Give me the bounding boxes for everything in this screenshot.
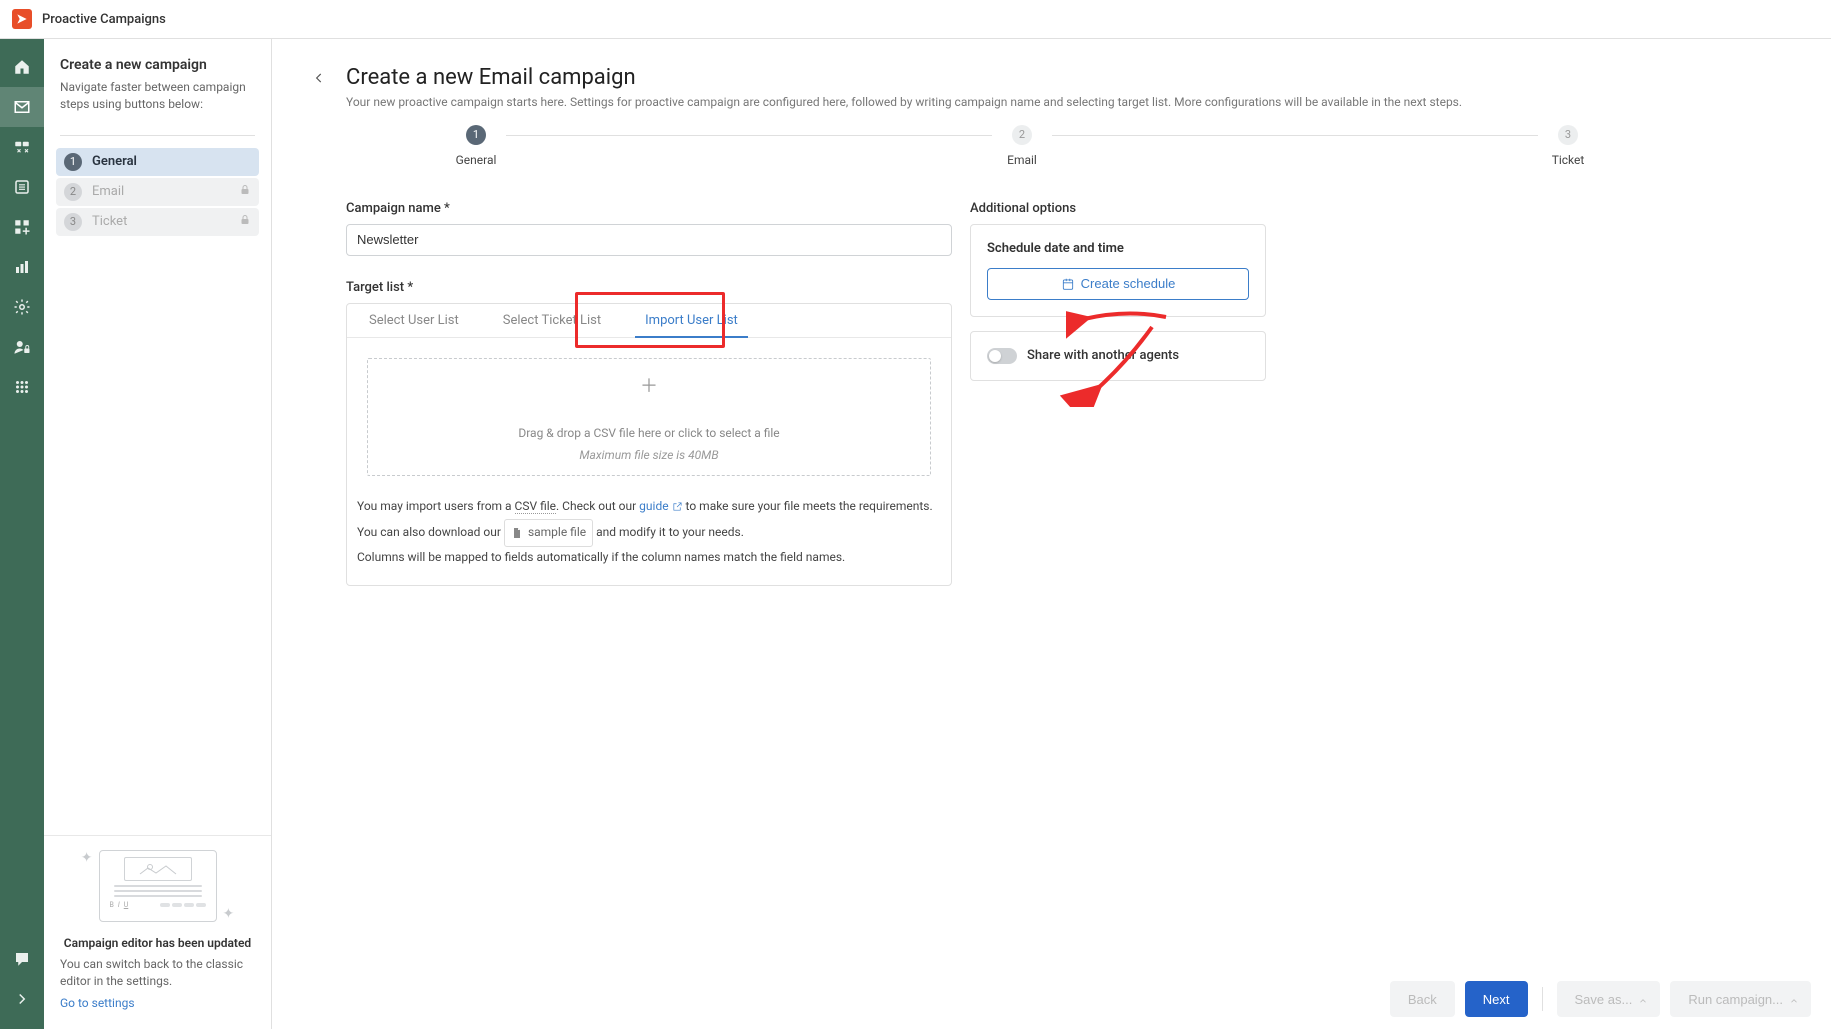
lock-icon — [239, 214, 251, 230]
back-chevron-icon[interactable] — [312, 65, 336, 111]
step-number: 1 — [466, 125, 486, 145]
step-list: 1 General 2 Email 3 Ticket — [44, 148, 271, 238]
additional-options-label: Additional options — [970, 201, 1266, 216]
rail-chat-icon[interactable] — [0, 939, 44, 979]
step-label: General — [92, 154, 137, 169]
app-title: Proactive Campaigns — [42, 12, 166, 27]
step-num: 3 — [64, 213, 82, 231]
dropzone-text: Drag & drop a CSV file here or click to … — [518, 426, 779, 440]
page-subtitle: Your new proactive campaign starts here.… — [346, 94, 1462, 111]
schedule-card: Schedule date and time Create schedule — [970, 224, 1266, 317]
rail-add-icon[interactable] — [0, 207, 44, 247]
divider — [60, 135, 255, 136]
header-bar: Proactive Campaigns — [0, 0, 1831, 39]
main-content: Create a new Email campaign Your new pro… — [272, 39, 1831, 1029]
guide-link[interactable]: guide — [639, 499, 682, 513]
step-num: 1 — [64, 153, 82, 171]
app-logo-icon — [12, 9, 32, 29]
stepper-ticket: 3 Ticket — [1538, 125, 1598, 167]
share-toggle[interactable] — [987, 348, 1017, 364]
step-number: 3 — [1558, 125, 1578, 145]
campaign-name-label: Campaign name * — [346, 201, 952, 216]
stepper-general[interactable]: 1 General — [446, 125, 506, 167]
csv-file-text: CSV file — [515, 499, 556, 514]
icon-rail — [0, 39, 44, 1029]
back-button[interactable]: Back — [1390, 981, 1455, 1017]
target-list-panel: Select User List Select Ticket List Impo… — [346, 303, 952, 586]
sidebar-subtitle: Navigate faster between campaign steps u… — [60, 79, 255, 113]
step-label: Ticket — [92, 214, 127, 229]
lock-icon — [239, 184, 251, 200]
step-label: General — [456, 153, 497, 167]
campaign-name-input[interactable] — [346, 224, 952, 256]
tab-import-user-list[interactable]: Import User List — [623, 304, 760, 337]
chevron-up-icon — [1789, 994, 1799, 1004]
chevron-up-icon — [1638, 994, 1648, 1004]
import-help-text: You may import users from a CSV file. Ch… — [347, 496, 951, 585]
target-list-label: Target list * — [346, 280, 952, 295]
step-item-general[interactable]: 1 General — [56, 148, 259, 176]
file-icon — [511, 527, 523, 539]
go-to-settings-link[interactable]: Go to settings — [60, 996, 135, 1010]
run-campaign-button[interactable]: Run campaign... — [1670, 981, 1811, 1017]
rail-user-lock-icon[interactable] — [0, 327, 44, 367]
step-label: Email — [1007, 153, 1037, 167]
step-number: 2 — [1012, 125, 1032, 145]
step-num: 2 — [64, 183, 82, 201]
tab-select-ticket-list[interactable]: Select Ticket List — [481, 304, 623, 337]
step-item-email: 2 Email — [56, 178, 259, 206]
schedule-title: Schedule date and time — [987, 241, 1249, 256]
plus-icon: ＋ — [640, 372, 658, 398]
sidebar: Create a new campaign Navigate faster be… — [44, 39, 272, 1029]
progress-stepper: 1 General 2 Email 3 Ticket — [346, 125, 1598, 167]
csv-dropzone[interactable]: ＋ Drag & drop a CSV file here or click t… — [367, 358, 931, 476]
sample-file-button[interactable]: sample file — [504, 519, 593, 547]
external-link-icon — [672, 498, 683, 520]
tab-select-user-list[interactable]: Select User List — [347, 304, 481, 337]
step-item-ticket: 3 Ticket — [56, 208, 259, 236]
share-card: Share with another agents — [970, 331, 1266, 381]
calendar-icon — [1061, 277, 1075, 291]
editor-illustration: BIU — [99, 850, 217, 922]
rail-apps-icon[interactable] — [0, 367, 44, 407]
step-label: Ticket — [1552, 153, 1585, 167]
update-text: You can switch back to the classic edito… — [60, 956, 255, 990]
share-label: Share with another agents — [1027, 348, 1179, 363]
rail-chart-icon[interactable] — [0, 247, 44, 287]
rail-list-icon[interactable] — [0, 167, 44, 207]
sidebar-update-panel: ✦ BIU ✦ Campaign editor has been updated… — [44, 835, 271, 1029]
page-title: Create a new Email campaign — [346, 65, 1462, 90]
rail-templates-icon[interactable] — [0, 127, 44, 167]
update-title: Campaign editor has been updated — [60, 936, 255, 950]
stepper-email: 2 Email — [992, 125, 1052, 167]
save-as-button[interactable]: Save as... — [1557, 981, 1661, 1017]
rail-mail-icon[interactable] — [0, 87, 44, 127]
rail-collapse-icon[interactable] — [0, 979, 44, 1019]
dropzone-hint: Maximum file size is 40MB — [579, 448, 718, 462]
rail-home-icon[interactable] — [0, 47, 44, 87]
action-bar: Back Next Save as... Run campaign... — [272, 969, 1831, 1029]
sparkle-icon: ✦ — [223, 906, 235, 922]
next-button[interactable]: Next — [1465, 981, 1528, 1017]
step-label: Email — [92, 184, 124, 199]
sidebar-title: Create a new campaign — [60, 57, 255, 73]
sparkle-icon: ✦ — [81, 850, 93, 866]
rail-gear-icon[interactable] — [0, 287, 44, 327]
create-schedule-button[interactable]: Create schedule — [987, 268, 1249, 300]
